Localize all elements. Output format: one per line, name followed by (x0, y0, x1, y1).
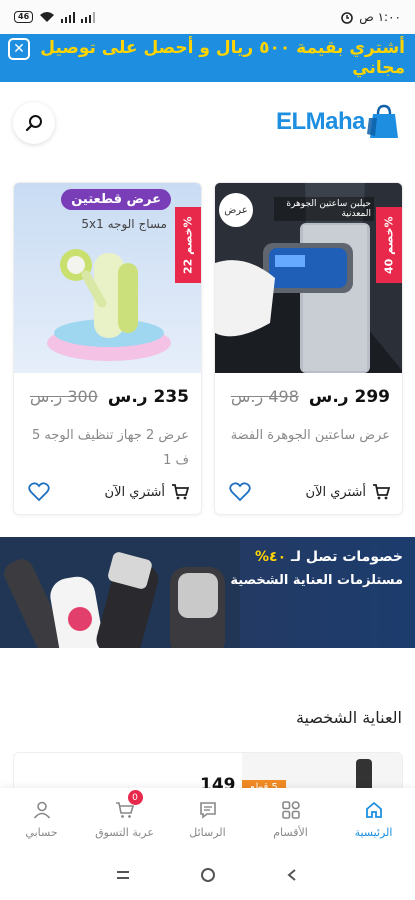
nav-categories[interactable]: الأقسام (249, 788, 332, 850)
heart-icon[interactable] (229, 482, 251, 502)
nav-cart-label: عربة التسوق (95, 825, 154, 839)
offer-badge: عرض (219, 193, 253, 227)
buy-now-label: أشتري الآن (104, 484, 165, 500)
status-time: ١:٠٠ ص (359, 10, 401, 24)
price: 299 ر.س (308, 387, 390, 407)
image-subtitle: مساج الوجه 5x1 (81, 217, 167, 231)
massager-image (47, 249, 171, 361)
promo-text: أشتري بقيمة ٥٠٠ ريال و أحصل على توصيل مج… (40, 38, 405, 78)
ad-headline-percent: ٤٠% (255, 549, 287, 565)
price: 235 ر.س (107, 387, 189, 407)
home-icon (365, 801, 382, 818)
product-card[interactable]: عرض حيلبن ساعتين الجوهرة المعدنية خصم 40… (214, 182, 403, 515)
signal-icon-2 (81, 11, 96, 23)
close-icon[interactable]: ✕ (8, 38, 30, 60)
back-icon[interactable] (286, 868, 300, 882)
product-card[interactable]: عرض قطعتين مساج الوجه 5x1 خصم 22% 235 ر.… (13, 182, 202, 515)
nav-home-label: الرئيسية (354, 825, 393, 839)
section-title: العناية الشخصية (295, 708, 402, 727)
menu-icon[interactable] (115, 868, 131, 882)
signal-icon (61, 11, 76, 23)
discount-tag: خصم 40% (376, 207, 402, 283)
battery-icon: 46 (14, 11, 34, 23)
home-circle-icon[interactable] (200, 867, 216, 883)
free-shipping-banner[interactable]: ✕ أشتري بقيمة ٥٠٠ ريال و أحصل على توصيل … (0, 34, 415, 82)
product-name[interactable]: عرض 2 جهاز تنظيف الوجه 5 ف 1 (24, 423, 189, 473)
nav-messages-label: الرسائل (189, 825, 226, 839)
buy-now-label: أشتري الآن (305, 484, 366, 500)
ad-subheadline: مستلزمات العناية الشخصية (230, 573, 403, 588)
cart-count-badge: 0 (127, 790, 143, 805)
product-name[interactable]: عرض ساعتين الجوهرة الفضة (225, 423, 390, 448)
cart-icon (172, 484, 189, 500)
cart-icon (373, 484, 390, 500)
status-time-area: ١:٠٠ ص (340, 10, 401, 24)
shopping-bag-icon (367, 104, 398, 138)
status-icons: 46 (14, 11, 96, 23)
card-actions: أشتري الآن (28, 482, 189, 502)
old-price: 300 ر.س (29, 387, 98, 406)
wifi-icon (40, 12, 55, 22)
ad-headline-text: خصومات تصل لـ (291, 549, 403, 565)
logo[interactable]: ELMaha (276, 104, 401, 140)
personal-care-ad-banner[interactable]: خصومات تصل لـ ٤٠% مستلزمات العناية الشخص… (0, 537, 415, 648)
offer-badge-label: عرض (224, 204, 248, 216)
app-header: ELMaha (0, 82, 415, 162)
discount-tag: خصم 22% (175, 207, 201, 283)
grid-icon (281, 800, 300, 819)
search-button[interactable] (13, 102, 55, 144)
nav-messages[interactable]: الرسائل (166, 788, 249, 850)
nav-home[interactable]: الرئيسية (332, 788, 415, 850)
status-bar: 46 ١:٠٠ ص (0, 0, 415, 34)
price-row: 235 ر.س 300 ر.س (24, 387, 189, 407)
product-image[interactable]: عرض قطعتين مساج الوجه 5x1 خصم 22% (14, 183, 201, 373)
card-actions: أشتري الآن (229, 482, 390, 502)
nav-cart[interactable]: 0 عربة التسوق (83, 788, 166, 850)
buy-now-button[interactable]: أشتري الآن (105, 484, 189, 500)
product-image[interactable]: عرض حيلبن ساعتين الجوهرة المعدنية خصم 40… (215, 183, 402, 373)
buy-now-button[interactable]: أشتري الآن (306, 484, 390, 500)
nav-account[interactable]: حسابي (0, 788, 83, 850)
image-caption: حيلبن ساعتين الجوهرة المعدنية (274, 197, 374, 221)
nav-account-label: حسابي (25, 825, 58, 839)
system-navigation-bar (0, 850, 415, 900)
bottom-nav: الرئيسية الأقسام الرسائل 0 عربة التسوق ح… (0, 788, 415, 850)
logo-text: ELMaha (275, 108, 366, 135)
shavers-image (0, 537, 240, 648)
search-icon (25, 115, 42, 132)
alarm-icon (341, 12, 354, 24)
ad-headline: خصومات تصل لـ ٤٠% (255, 549, 403, 565)
price-row: 299 ر.س 498 ر.س (225, 387, 390, 407)
old-price: 498 ر.س (230, 387, 299, 406)
image-title: عرض قطعتين (61, 189, 171, 210)
user-icon (33, 801, 50, 819)
nav-categories-label: الأقسام (273, 825, 308, 839)
chat-icon (199, 801, 216, 819)
products-row: عرض حيلبن ساعتين الجوهرة المعدنية خصم 40… (13, 182, 403, 515)
heart-icon[interactable] (28, 482, 50, 502)
